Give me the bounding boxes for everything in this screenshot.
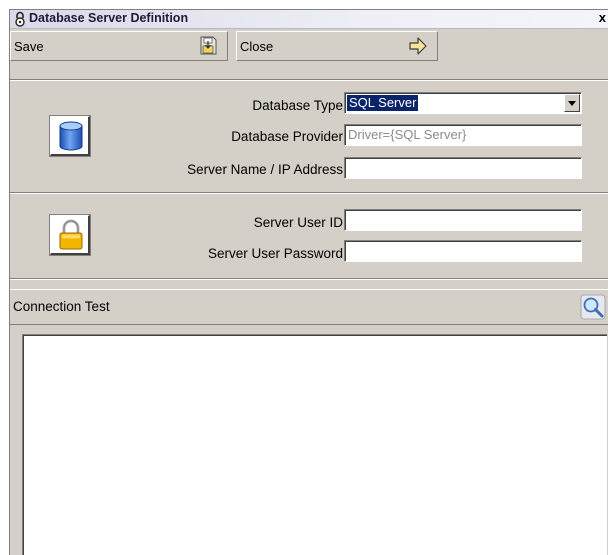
window-close-button[interactable]: x (599, 10, 606, 25)
toolbar: Save Close (10, 29, 608, 83)
database-type-label: Database Type (252, 98, 343, 113)
connection-test-label: Connection Test (13, 299, 110, 314)
database-type-select[interactable]: SQL Server (344, 92, 582, 114)
database-provider-field[interactable]: Driver={SQL Server} (344, 124, 582, 146)
database-provider-label: Database Provider (231, 129, 343, 144)
database-server-definition-window: Database Server Definition x Save Close (9, 9, 608, 555)
server-name-input[interactable] (344, 157, 582, 179)
magnifier-icon[interactable] (580, 294, 606, 320)
padlock-icon-frame (49, 214, 91, 256)
dropdown-arrow-button[interactable] (564, 94, 580, 112)
connection-test-bar: Connection Test (10, 289, 608, 325)
save-button-label: Save (14, 39, 44, 54)
title-bar: Database Server Definition x (10, 10, 608, 29)
server-user-id-input[interactable] (344, 209, 582, 231)
save-button[interactable]: Save (10, 31, 228, 61)
server-name-label: Server Name / IP Address (187, 162, 343, 177)
server-user-password-label: Server User Password (207, 246, 343, 261)
close-button-label: Close (240, 39, 274, 54)
database-type-value: SQL Server (347, 95, 419, 111)
section-divider (10, 192, 608, 194)
database-icon-frame (49, 115, 91, 157)
arrow-exit-icon (407, 35, 429, 57)
close-button[interactable]: Close (236, 31, 438, 61)
connection-test-output[interactable] (22, 334, 607, 555)
server-user-password-input[interactable] (344, 240, 582, 262)
window-title: Database Server Definition (29, 11, 189, 25)
section-divider (10, 278, 608, 280)
server-user-id-label: Server User ID (253, 215, 343, 230)
floppy-save-icon (197, 35, 219, 57)
lock-icon (13, 11, 27, 27)
toolbar-divider (10, 79, 608, 81)
